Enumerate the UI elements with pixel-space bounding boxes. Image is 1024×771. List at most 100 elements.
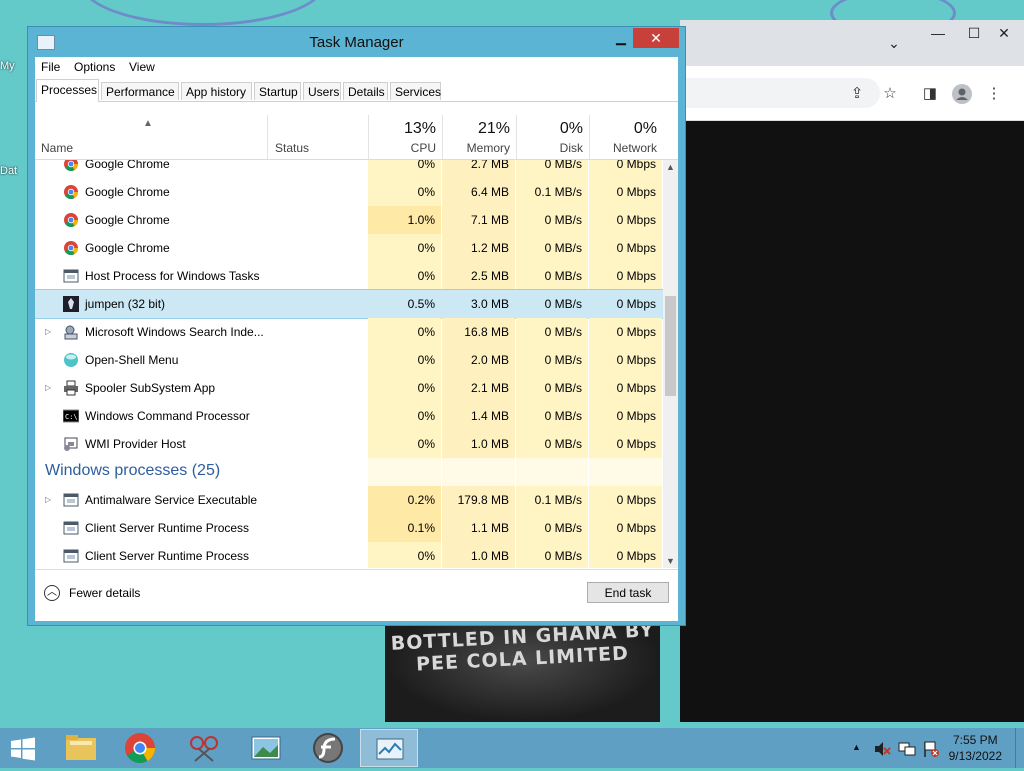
taskbar-photo-viewer[interactable] bbox=[237, 729, 295, 767]
column-header-memory[interactable]: 21% Memory bbox=[442, 115, 516, 159]
taskbar: ▲ 7:55 PM 9/13/2022 bbox=[0, 728, 1024, 768]
process-row[interactable]: ▷ Antimalware Service Executable 0.2% 179.8… bbox=[35, 486, 663, 514]
desktop-icon-label[interactable]: Dat bbox=[0, 165, 17, 177]
tab-app-history[interactable]: App history bbox=[181, 82, 252, 100]
folder-icon bbox=[66, 735, 96, 760]
more-menu-icon[interactable]: ⋮ bbox=[984, 84, 1004, 104]
chrome-close-button[interactable]: ✕ bbox=[986, 22, 1022, 44]
taskbar-snipping-tool[interactable] bbox=[175, 729, 233, 767]
search-icon bbox=[63, 324, 79, 340]
cpu-value: 0% bbox=[417, 549, 435, 563]
menu-view[interactable]: View bbox=[129, 60, 155, 74]
memory-value: 1.0 MB bbox=[470, 437, 509, 451]
scroll-up-arrow-icon[interactable]: ▲ bbox=[663, 160, 678, 174]
network-label: Network bbox=[612, 141, 657, 155]
tab-users[interactable]: Users bbox=[303, 82, 341, 100]
taskbar-file-explorer[interactable] bbox=[52, 729, 110, 767]
chrome-icon bbox=[63, 212, 79, 228]
cpu-value: 0% bbox=[417, 185, 435, 199]
group-header-windows-processes[interactable]: Windows processes (25) bbox=[35, 458, 663, 486]
column-header-network[interactable]: 0% Network bbox=[589, 115, 663, 159]
cpu-value: 1.0% bbox=[407, 213, 435, 227]
desktop-icon-label[interactable]: My bbox=[0, 60, 15, 72]
menu-file[interactable]: File bbox=[41, 60, 60, 74]
column-header-name[interactable]: Name bbox=[41, 141, 73, 155]
fewer-details-link[interactable]: Fewer details bbox=[69, 586, 140, 600]
chrome-tab-search-icon[interactable]: ⌄ bbox=[876, 32, 912, 54]
disk-value: 0 MB/s bbox=[544, 381, 582, 395]
column-header-disk[interactable]: 0% Disk bbox=[516, 115, 589, 159]
profile-avatar-icon[interactable] bbox=[952, 84, 972, 104]
cpu-total-percent: 13% bbox=[403, 120, 436, 137]
tab-performance[interactable]: Performance bbox=[101, 82, 179, 100]
tab-details[interactable]: Details bbox=[343, 82, 388, 100]
chrome-window[interactable]: ⌄ — ☐ ✕ ⇪ ☆ ◨ ⋮ bbox=[680, 20, 1024, 722]
process-list[interactable]: Google Chrome 0% 2.7 MB 0 MB/s 0 Mbps Google … bbox=[35, 160, 663, 568]
bookmark-star-icon[interactable]: ☆ bbox=[880, 84, 900, 104]
process-row[interactable]: Google Chrome 0% 1.2 MB 0 MB/s 0 Mbps bbox=[35, 234, 663, 262]
disk-value: 0 MB/s bbox=[544, 437, 582, 451]
memory-value: 1.4 MB bbox=[470, 409, 509, 423]
chrome-titlebar[interactable]: ⌄ — ☐ ✕ bbox=[680, 20, 1024, 66]
process-row[interactable]: ▷ Microsoft Windows Search Inde... 0% 16.8 … bbox=[35, 318, 663, 346]
process-row[interactable]: Host Process for Windows Tasks 0% 2.5 MB 0 … bbox=[35, 262, 663, 290]
process-name: Client Server Runtime Process bbox=[85, 521, 250, 535]
column-header-status[interactable]: Status bbox=[275, 141, 309, 155]
clock-time: 7:55 PM bbox=[952, 733, 998, 747]
share-icon[interactable]: ⇪ bbox=[847, 84, 867, 104]
cpu-value: 0% bbox=[417, 381, 435, 395]
tab-services[interactable]: Services bbox=[390, 82, 441, 100]
process-row[interactable]: jumpen (32 bit) 0.5% 3.0 MB 0 MB/s 0 Mbps bbox=[35, 289, 663, 319]
start-button[interactable] bbox=[9, 737, 37, 761]
task-manager-window[interactable]: Task Manager ▁ ✕ File Options View Proce… bbox=[27, 26, 686, 626]
process-row[interactable]: Client Server Runtime Process 0% 1.0 MB 0 M… bbox=[35, 542, 663, 568]
scroll-down-arrow-icon[interactable]: ▼ bbox=[663, 554, 678, 568]
taskbar-flash-player[interactable] bbox=[299, 729, 357, 767]
process-row[interactable]: Google Chrome 1.0% 7.1 MB 0 MB/s 0 Mbps bbox=[35, 206, 663, 234]
memory-value: 2.1 MB bbox=[470, 381, 509, 395]
taskbar-task-manager[interactable] bbox=[360, 729, 418, 767]
window-icon bbox=[63, 520, 79, 536]
chevron-up-circle-icon[interactable]: ︿ bbox=[44, 585, 60, 601]
process-row[interactable]: Client Server Runtime Process 0.1% 1.1 MB 0… bbox=[35, 514, 663, 542]
tray-overflow-arrow-icon[interactable]: ▲ bbox=[852, 742, 861, 752]
process-row[interactable]: Google Chrome 0% 6.4 MB 0.1 MB/s 0 Mbps bbox=[35, 178, 663, 206]
column-background bbox=[368, 458, 441, 486]
system-clock[interactable]: 7:55 PM 9/13/2022 bbox=[949, 732, 1002, 764]
memory-value: 7.1 MB bbox=[470, 213, 509, 227]
vertical-scrollbar[interactable]: ▲ ▼ bbox=[663, 160, 678, 568]
network-icon[interactable] bbox=[898, 740, 916, 761]
window-maximize-button[interactable] bbox=[608, 29, 634, 49]
network-value: 0 Mbps bbox=[616, 437, 656, 451]
process-row[interactable]: Google Chrome 0% 2.7 MB 0 MB/s 0 Mbps bbox=[35, 160, 663, 178]
expand-chevron-icon[interactable]: ▷ bbox=[45, 383, 51, 392]
column-divider[interactable] bbox=[267, 115, 268, 159]
scroll-thumb[interactable] bbox=[665, 296, 676, 396]
chrome-minimize-button[interactable]: — bbox=[920, 22, 956, 44]
show-desktop-button[interactable] bbox=[1015, 728, 1024, 768]
disk-total-percent: 0% bbox=[559, 120, 583, 137]
process-row[interactable]: ▷ Spooler SubSystem App 0% 2.1 MB 0 MB/s 0 Mb… bbox=[35, 374, 663, 402]
cpu-value: 0% bbox=[417, 353, 435, 367]
network-value: 0 Mbps bbox=[616, 325, 656, 339]
tab-processes[interactable]: Processes bbox=[36, 79, 99, 102]
process-name: Google Chrome bbox=[85, 241, 170, 255]
end-task-button[interactable]: End task bbox=[587, 582, 669, 603]
column-headers: ▲ Name Status 13% CPU 21% Memory 0% Disk… bbox=[35, 115, 678, 160]
tab-startup[interactable]: Startup bbox=[254, 82, 301, 100]
column-header-cpu[interactable]: 13% CPU bbox=[368, 115, 442, 159]
side-panel-icon[interactable]: ◨ bbox=[920, 84, 940, 104]
close-button[interactable]: ✕ bbox=[633, 28, 679, 48]
menu-options[interactable]: Options bbox=[74, 60, 115, 74]
process-row[interactable]: WMI Provider Host 0% 1.0 MB 0 MB/s 0 Mbps bbox=[35, 430, 663, 458]
network-value: 0 Mbps bbox=[616, 297, 656, 311]
volume-muted-icon[interactable] bbox=[873, 740, 891, 761]
action-center-flag-icon[interactable] bbox=[922, 740, 940, 761]
process-row[interactable]: Open-Shell Menu 0% 2.0 MB 0 MB/s 0 Mbps bbox=[35, 346, 663, 374]
memory-value: 6.4 MB bbox=[470, 185, 509, 199]
expand-chevron-icon[interactable]: ▷ bbox=[45, 495, 51, 504]
expand-chevron-icon[interactable]: ▷ bbox=[45, 327, 51, 336]
taskbar-google-chrome[interactable] bbox=[111, 729, 169, 767]
task-manager-titlebar[interactable]: Task Manager ▁ ✕ bbox=[28, 27, 685, 57]
process-row[interactable]: C:\ Windows Command Processor 0% 1.4 MB 0 MB… bbox=[35, 402, 663, 430]
